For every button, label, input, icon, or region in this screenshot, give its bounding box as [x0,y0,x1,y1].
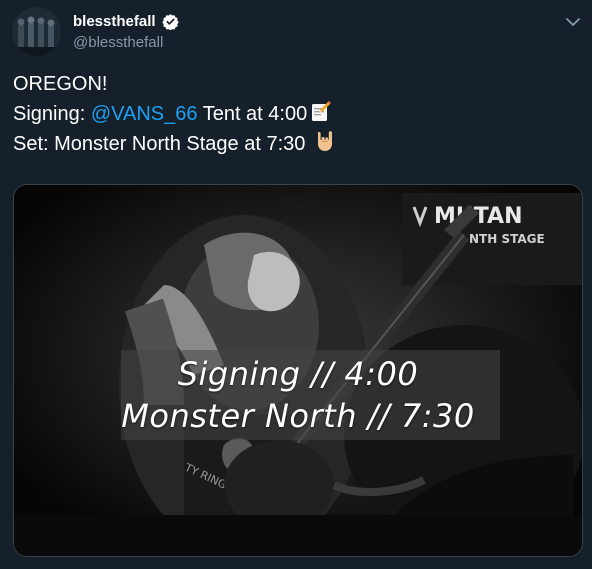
rock-on-hand-icon [313,129,337,153]
banner-text: MUTAN [434,204,523,229]
memo-emoji-icon [309,99,333,123]
tweet-photo[interactable]: MUTAN NTH STAGE TY RING Signing // 4:00 … [13,184,583,557]
tweet-line-1: OREGON! [13,73,108,95]
tweet-line-2: Signing: @VANS_66 Tent at 4:00 [13,99,337,129]
overlay-set-time: Monster North // 7:30 [121,397,475,435]
account-name-row[interactable]: blessthefall [73,13,179,30]
display-name[interactable]: blessthefall [73,13,156,30]
tweet-text: OREGON! Signing: @VANS_66 Tent at 4:00 S… [13,70,337,159]
verified-badge-icon [161,13,179,30]
mention-link[interactable]: @VANS_66 [91,103,198,125]
signing-prefix: Signing: [13,103,91,125]
overlay-signing-time: Signing // 4:00 [177,355,419,393]
tent-time-text: Tent at 4:00 [197,103,308,125]
tweet-line-3: Set: Monster North Stage at 7:30 [13,129,337,159]
set-time-text: Set: Monster North Stage at 7:30 [13,133,306,155]
chevron-down-icon[interactable] [566,14,580,26]
account-handle[interactable]: @blessthefall [73,34,163,51]
avatar[interactable] [12,7,61,56]
banner-subtext: NTH STAGE [469,232,545,246]
